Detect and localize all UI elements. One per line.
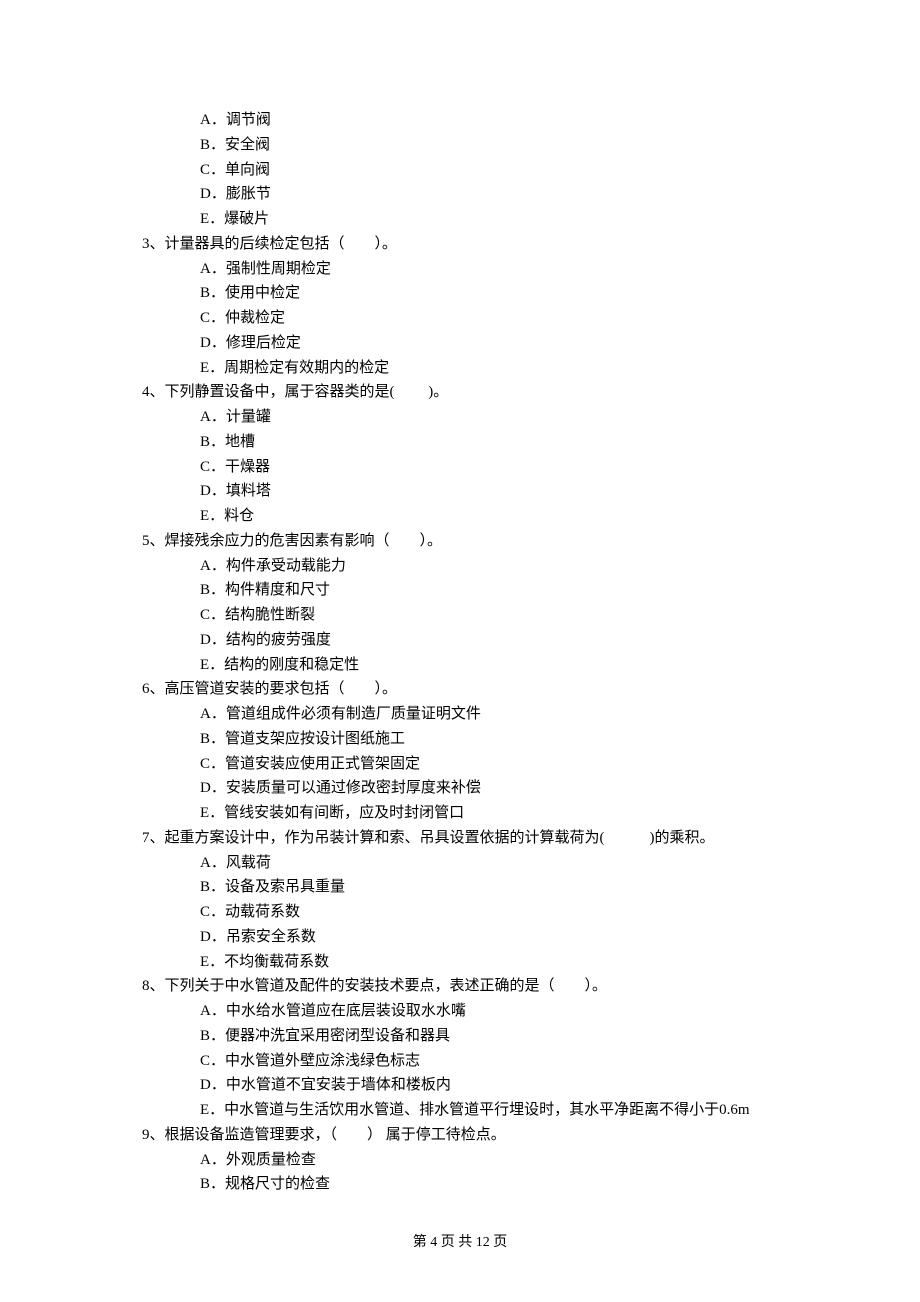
q7-option-b: B．设备及索吊具重量 [142, 875, 790, 900]
page-content: A．调节阀 B．安全阀 C．单向阀 D．膨胀节 E．爆破片 3、计量器具的后续检… [0, 0, 920, 1197]
q4-option-a: A．计量罐 [142, 405, 790, 430]
q3-option-e: E．周期检定有效期内的检定 [142, 356, 790, 381]
q7-stem: 7、起重方案设计中，作为吊装计算和索、吊具设置依据的计算载荷为( )的乘积。 [142, 826, 790, 851]
q8-option-b: B．便器冲洗宜采用密闭型设备和器具 [142, 1024, 790, 1049]
q7-option-d: D．吊索安全系数 [142, 925, 790, 950]
q8-stem: 8、下列关于中水管道及配件的安装技术要点，表述正确的是（ ）。 [142, 974, 790, 999]
q2-option-c: C．单向阀 [142, 158, 790, 183]
q5-stem: 5、焊接残余应力的危害因素有影响（ ）。 [142, 529, 790, 554]
q2-option-a: A．调节阀 [142, 108, 790, 133]
q7-option-c: C．动载荷系数 [142, 900, 790, 925]
q7-option-e: E．不均衡载荷系数 [142, 950, 790, 975]
q6-stem: 6、高压管道安装的要求包括（ ）。 [142, 677, 790, 702]
q5-option-b: B．构件精度和尺寸 [142, 578, 790, 603]
q4-option-b: B．地槽 [142, 430, 790, 455]
q8-option-a: A．中水给水管道应在底层装设取水水嘴 [142, 999, 790, 1024]
q5-option-c: C．结构脆性断裂 [142, 603, 790, 628]
q2-option-d: D．膨胀节 [142, 182, 790, 207]
q5-option-e: E．结构的刚度和稳定性 [142, 653, 790, 678]
q6-option-d: D．安装质量可以通过修改密封厚度来补偿 [142, 776, 790, 801]
q3-option-b: B．使用中检定 [142, 281, 790, 306]
q6-option-b: B．管道支架应按设计图纸施工 [142, 727, 790, 752]
q3-option-a: A．强制性周期检定 [142, 257, 790, 282]
q6-option-c: C．管道安装应使用正式管架固定 [142, 752, 790, 777]
page-footer: 第 4 页 共 12 页 [0, 1231, 920, 1254]
q2-option-e: E．爆破片 [142, 207, 790, 232]
q4-option-c: C．干燥器 [142, 455, 790, 480]
q6-option-a: A．管道组成件必须有制造厂质量证明文件 [142, 702, 790, 727]
q4-option-e: E．料仓 [142, 504, 790, 529]
q3-option-d: D．修理后检定 [142, 331, 790, 356]
q8-option-e: E．中水管道与生活饮用水管道、排水管道平行埋设时，其水平净距离不得小于0.6m [142, 1098, 790, 1123]
q5-option-a: A．构件承受动载能力 [142, 554, 790, 579]
q8-option-c: C．中水管道外壁应涂浅绿色标志 [142, 1049, 790, 1074]
q9-stem: 9、根据设备监造管理要求，（ ） 属于停工待检点。 [142, 1123, 790, 1148]
q2-option-b: B．安全阀 [142, 133, 790, 158]
q4-stem: 4、下列静置设备中，属于容器类的是( )。 [142, 380, 790, 405]
q9-option-b: B．规格尺寸的检查 [142, 1172, 790, 1197]
q4-option-d: D．填料塔 [142, 479, 790, 504]
q8-option-d: D．中水管道不宜安装于墙体和楼板内 [142, 1073, 790, 1098]
q9-option-a: A．外观质量检查 [142, 1148, 790, 1173]
q3-stem: 3、计量器具的后续检定包括（ ）。 [142, 232, 790, 257]
q7-option-a: A．风载荷 [142, 851, 790, 876]
q5-option-d: D．结构的疲劳强度 [142, 628, 790, 653]
q3-option-c: C．仲裁检定 [142, 306, 790, 331]
q6-option-e: E．管线安装如有间断，应及时封闭管口 [142, 801, 790, 826]
